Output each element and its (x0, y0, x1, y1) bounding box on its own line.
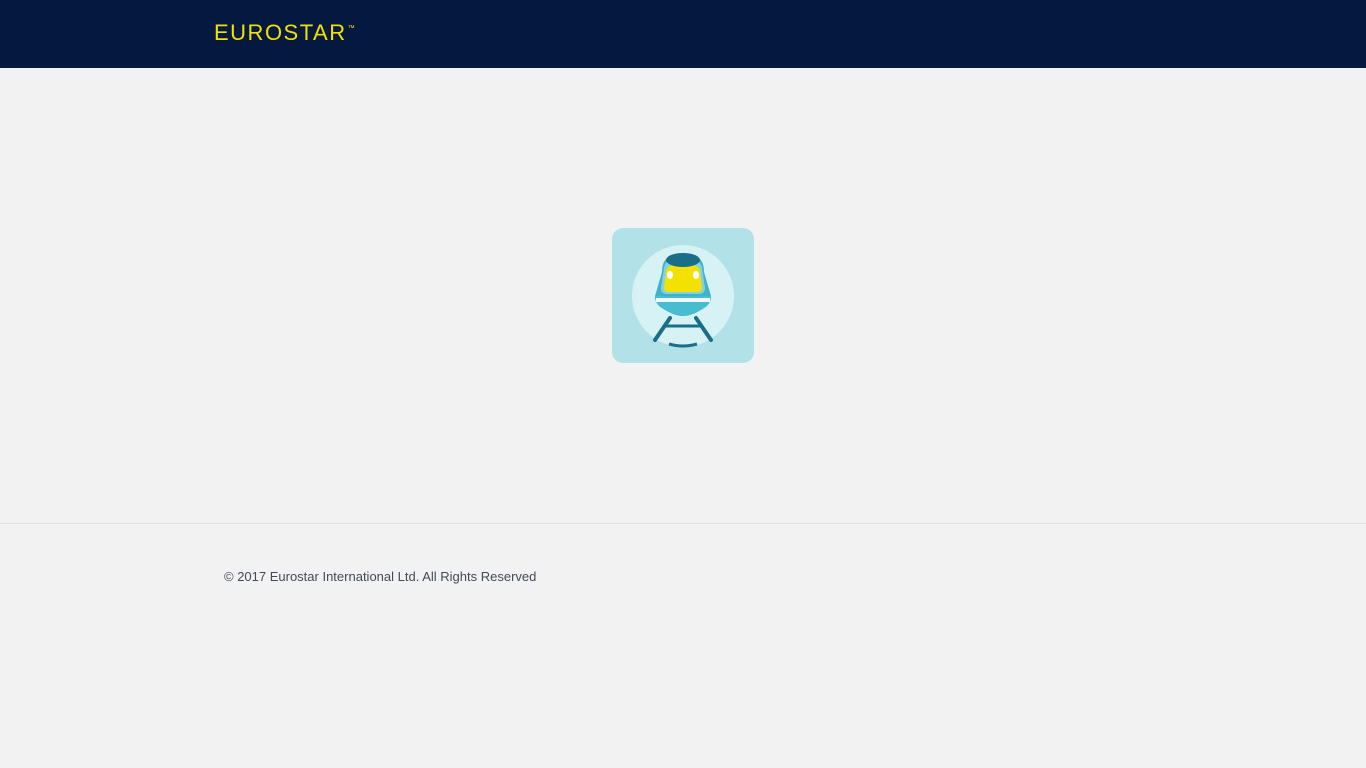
train-illustration (632, 245, 734, 348)
copyright-text: © 2017 Eurostar International Ltd. All R… (224, 569, 537, 584)
site-footer: © 2017 Eurostar International Ltd. All R… (0, 524, 1366, 768)
main-content (0, 68, 1366, 523)
site-header: EUROSTAR ™ (0, 0, 1366, 68)
eurostar-logo[interactable]: EUROSTAR ™ (214, 19, 355, 47)
logo-text: EUROSTAR (214, 20, 347, 45)
train-icon (612, 228, 754, 363)
logo-trademark: ™ (347, 25, 355, 32)
